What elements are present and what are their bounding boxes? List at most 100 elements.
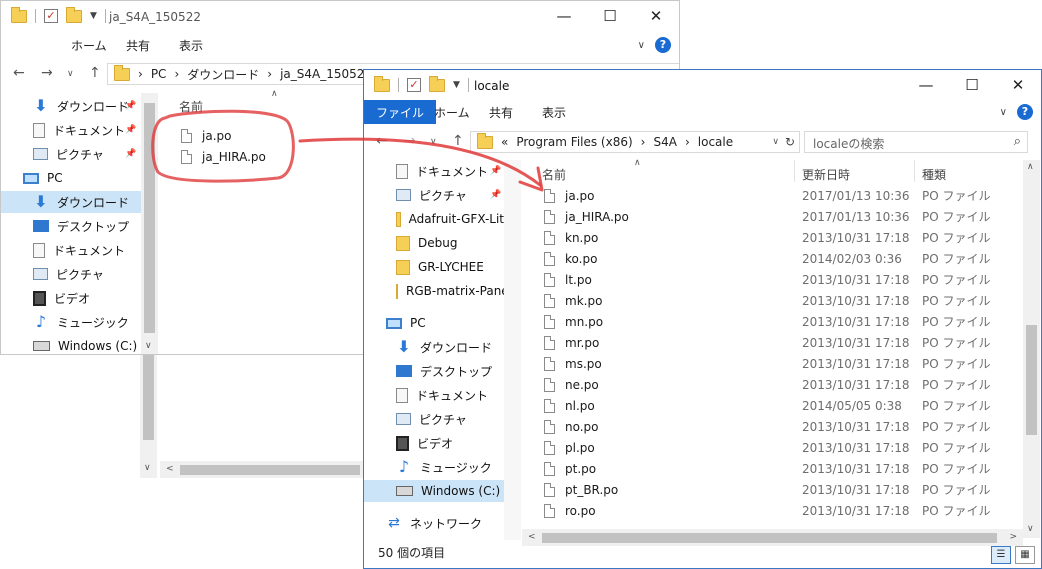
properties-icon[interactable]: ✓: [44, 9, 58, 23]
column-separator[interactable]: [914, 160, 915, 182]
nav-pane-scrollbar-lower[interactable]: ∨: [140, 355, 157, 478]
breadcrumb-program-files[interactable]: Program Files (x86): [516, 135, 632, 149]
sidebar-item[interactable]: ドキュメント: [364, 384, 504, 406]
tab-home[interactable]: ホーム: [434, 104, 470, 121]
sidebar-item[interactable]: ⇄ ネットワーク: [364, 512, 504, 534]
table-row[interactable]: mr.po 2013/10/31 17:18 PO ファイル: [544, 332, 1022, 353]
chevron-down-icon[interactable]: ∨: [1000, 107, 1007, 118]
table-row[interactable]: ro.po 2013/10/31 17:18 PO ファイル: [544, 500, 1022, 521]
scrollbar-thumb[interactable]: [143, 355, 154, 440]
forward-arrow-icon[interactable]: →: [404, 133, 416, 149]
address-bar[interactable]: « Program Files (x86) › S4A › locale ∨ ↻: [470, 131, 800, 153]
column-header-date[interactable]: 更新日時: [802, 166, 850, 183]
tab-share[interactable]: 共有: [489, 104, 513, 121]
pin-icon[interactable]: 📌: [490, 190, 501, 200]
file-list-hscrollbar[interactable]: < >: [522, 529, 1023, 546]
back-arrow-icon[interactable]: ←: [376, 133, 388, 149]
file-row[interactable]: ja_HIRA.po: [181, 146, 266, 167]
pin-icon[interactable]: 📌: [490, 166, 501, 176]
help-icon[interactable]: ?: [655, 37, 671, 53]
scroll-down-arrow[interactable]: ∨: [145, 341, 152, 351]
back-arrow-icon[interactable]: ←: [13, 65, 25, 81]
sidebar-item[interactable]: PC: [1, 167, 141, 189]
tab-view[interactable]: 表示: [542, 104, 566, 121]
table-row[interactable]: ja.po 2017/01/13 10:36 PO ファイル: [544, 185, 1022, 206]
breadcrumb-downloads[interactable]: ダウンロード: [187, 66, 259, 83]
up-arrow-icon[interactable]: ↑: [452, 133, 464, 149]
tab-home[interactable]: ホーム: [71, 37, 107, 54]
table-row[interactable]: pl.po 2013/10/31 17:18 PO ファイル: [544, 437, 1022, 458]
folder-icon[interactable]: [374, 75, 390, 92]
sidebar-item[interactable]: ⬇ ダウンロード: [364, 336, 504, 358]
breadcrumb-current-folder[interactable]: locale: [698, 135, 733, 149]
sidebar-item[interactable]: ピクチャ: [364, 408, 504, 430]
chevron-down-icon[interactable]: ∨: [638, 40, 645, 51]
breadcrumb-current-folder[interactable]: ja_S4A_150522: [280, 67, 372, 81]
sidebar-item[interactable]: ⬇ ダウンロード: [1, 191, 141, 213]
scrollbar-thumb[interactable]: [542, 533, 997, 543]
table-row[interactable]: ko.po 2014/02/03 0:36 PO ファイル: [544, 248, 1022, 269]
maximize-button[interactable]: ☐: [949, 70, 995, 100]
file-row[interactable]: ja.po: [181, 125, 231, 146]
refresh-icon[interactable]: ↻: [785, 135, 795, 149]
sidebar-item[interactable]: ドキュメント 📌: [364, 160, 504, 182]
tab-file[interactable]: ファイル: [364, 100, 437, 124]
scroll-down-arrow[interactable]: ∨: [144, 463, 151, 473]
sidebar-item[interactable]: ドキュメント 📌: [1, 119, 141, 141]
customize-toolbar-icon[interactable]: ▼: [453, 80, 460, 90]
file-list-hscrollbar[interactable]: <: [160, 461, 363, 478]
breadcrumb-overflow[interactable]: «: [501, 135, 508, 149]
sidebar-item[interactable]: ♪ ミュージック: [364, 456, 504, 478]
sidebar-item[interactable]: ドキュメント: [1, 239, 141, 261]
search-input[interactable]: localeの検索 ⌕: [804, 131, 1028, 153]
sidebar-item[interactable]: ピクチャ: [1, 263, 141, 285]
breadcrumb-pc[interactable]: PC: [151, 67, 167, 81]
search-icon[interactable]: ⌕: [1014, 134, 1021, 149]
table-row[interactable]: kn.po 2013/10/31 17:18 PO ファイル: [544, 227, 1022, 248]
table-row[interactable]: no.po 2013/10/31 17:18 PO ファイル: [544, 416, 1022, 437]
address-dropdown-icon[interactable]: ∨: [772, 137, 779, 147]
sidebar-item[interactable]: デスクトップ: [364, 360, 504, 382]
table-row[interactable]: ne.po 2013/10/31 17:18 PO ファイル: [544, 374, 1022, 395]
new-folder-icon[interactable]: [66, 6, 82, 23]
new-folder-icon[interactable]: [429, 75, 445, 92]
minimize-button[interactable]: —: [541, 1, 587, 31]
sidebar-item[interactable]: ♪ ミュージック: [1, 311, 141, 333]
table-row[interactable]: nl.po 2014/05/05 0:38 PO ファイル: [544, 395, 1022, 416]
minimize-button[interactable]: —: [903, 70, 949, 100]
recent-locations-icon[interactable]: ∨: [67, 69, 74, 79]
sidebar-item[interactable]: ビデオ: [1, 287, 141, 309]
sidebar-item[interactable]: RGB-matrix-Pane: [364, 280, 509, 302]
pin-icon[interactable]: 📌: [125, 101, 136, 111]
tab-view[interactable]: 表示: [179, 37, 203, 54]
details-view-icon[interactable]: ☰: [991, 546, 1011, 564]
scrollbar-thumb[interactable]: [180, 465, 360, 475]
recent-locations-icon[interactable]: ∨: [430, 137, 437, 147]
sidebar-item[interactable]: Windows (C:): [1, 335, 141, 354]
folder-icon[interactable]: [11, 6, 27, 23]
pin-icon[interactable]: 📌: [125, 149, 136, 159]
large-icons-view-icon[interactable]: ▦: [1015, 546, 1035, 564]
properties-icon[interactable]: ✓: [407, 78, 421, 92]
up-arrow-icon[interactable]: ↑: [89, 65, 101, 81]
pin-icon[interactable]: 📌: [125, 125, 136, 135]
table-row[interactable]: pt_BR.po 2013/10/31 17:18 PO ファイル: [544, 479, 1022, 500]
close-button[interactable]: ✕: [995, 70, 1041, 100]
scroll-right-arrow[interactable]: >: [1009, 532, 1017, 542]
nav-pane-scrollbar[interactable]: ∨: [141, 93, 158, 354]
sidebar-item[interactable]: Windows (C:): [364, 480, 504, 502]
forward-arrow-icon[interactable]: →: [41, 65, 53, 81]
sidebar-item[interactable]: PC: [364, 312, 504, 334]
column-separator[interactable]: [794, 160, 795, 182]
nav-pane-scrollbar[interactable]: [504, 160, 521, 540]
close-button[interactable]: ✕: [633, 1, 679, 31]
scroll-down-arrow[interactable]: ∨: [1027, 524, 1034, 534]
scrollbar-thumb[interactable]: [1026, 325, 1037, 435]
customize-toolbar-icon[interactable]: ▼: [90, 11, 97, 21]
table-row[interactable]: mk.po 2013/10/31 17:18 PO ファイル: [544, 290, 1022, 311]
sidebar-item[interactable]: ピクチャ 📌: [1, 143, 141, 165]
sidebar-item[interactable]: Adafruit-GFX-Lit: [364, 208, 504, 230]
sidebar-item[interactable]: デスクトップ: [1, 215, 141, 237]
table-row[interactable]: ms.po 2013/10/31 17:18 PO ファイル: [544, 353, 1022, 374]
breadcrumb-s4a[interactable]: S4A: [653, 135, 676, 149]
